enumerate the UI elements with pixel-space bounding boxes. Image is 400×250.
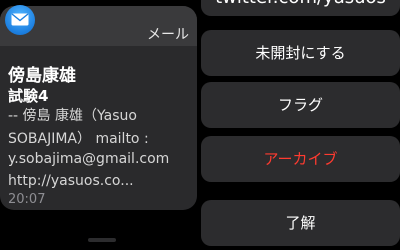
notification-card[interactable]: メール 傍島康雄 試験4 -- 傍島 康雄（Yasuo SOBAJIMA） ma… [0, 6, 197, 210]
mark-unread-button[interactable]: 未開封にする [201, 30, 400, 76]
scroll-indicator [88, 238, 116, 242]
link-partial-text: twitter.com/yasuos [215, 0, 386, 16]
sender-name: 傍島康雄 [8, 66, 76, 86]
message-body-line: SOBAJIMA） mailto : [8, 131, 149, 147]
app-name-label: メール [147, 27, 189, 43]
message-subject: 試験4 [8, 87, 49, 105]
message-body-line: y.sobajima@gmail.com [8, 151, 170, 167]
message-time: 20:07 [8, 192, 46, 207]
archive-button[interactable]: アーカイブ [201, 136, 400, 182]
flag-button[interactable]: フラグ [201, 82, 400, 128]
message-body-line: http://yasuos.co... [8, 173, 134, 189]
dismiss-button[interactable]: 了解 [201, 200, 400, 246]
watch-screen: メール 傍島康雄 試験4 -- 傍島 康雄（Yasuo SOBAJIMA） ma… [0, 0, 400, 250]
link-partial-button[interactable]: twitter.com/yasuos [201, 0, 400, 16]
message-body-line: -- 傍島 康雄（Yasuo [8, 108, 137, 124]
mail-envelope-icon [5, 5, 35, 35]
